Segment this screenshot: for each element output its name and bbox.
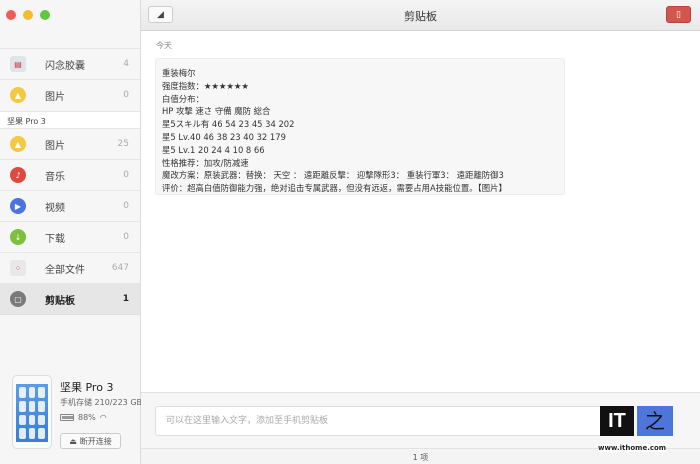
clip-line: 星5 Lv.40 46 38 23 40 32 179 xyxy=(162,131,286,142)
close-button[interactable] xyxy=(6,10,16,20)
sidebar-item-music[interactable]: ♪ 音乐 0 xyxy=(0,159,140,190)
sidebar-item-clipboard[interactable]: ▢ 剪贴板 1 xyxy=(0,283,140,315)
sidebar-item-label: 下载 xyxy=(45,233,65,245)
clip-line: 重装梅尔 xyxy=(162,68,196,78)
toolbar: ◢ 剪贴板 ▯ xyxy=(141,0,700,31)
sidebar-item-label: 音乐 xyxy=(45,171,65,183)
disconnect-label: 断开连接 xyxy=(79,436,112,446)
sidebar-item-download[interactable]: ↓ 下载 0 xyxy=(0,221,140,252)
window-controls xyxy=(6,10,50,20)
sidebar-item-count: 1 xyxy=(122,294,129,304)
clipboard-item[interactable]: 重装梅尔 强度指数：★★★★★★ 白值分布： HP 攻撃 速さ 守備 魔防 総合… xyxy=(155,58,565,195)
sidebar-item-label: 图片 xyxy=(45,140,65,152)
download-icon: ↓ xyxy=(10,229,26,245)
sidebar-item-count: 4 xyxy=(123,59,129,69)
wifi-icon: ◠ xyxy=(99,413,107,422)
clip-line: 评价：超高白值防御能力强，绝对追击专属武器，但没有远返，需要占用A技能位置。【图… xyxy=(162,183,507,194)
sidebar-item-count: 0 xyxy=(123,90,129,100)
page-title: 剪贴板 xyxy=(404,10,437,23)
clip-line: 星5スキル有 46 54 23 45 34 202 xyxy=(162,119,295,130)
clip-line: 性格推荐：加攻/防减速 xyxy=(162,157,249,168)
sidebar-item-flash-capsule[interactable]: ▤ 闪念胶囊 4 xyxy=(0,48,140,79)
all-files-icon: ⁘ xyxy=(10,260,26,276)
sidebar-item-count: 0 xyxy=(123,170,129,180)
clip-line: 白值分布： xyxy=(162,93,204,104)
device-storage: 手机存储 210/223 GB xyxy=(60,398,143,407)
watermark-url: www.ithome.com xyxy=(598,444,667,452)
battery-icon xyxy=(60,414,74,421)
image-icon: ▲ xyxy=(10,87,26,103)
clip-line: 魔改方案：原装武器：替换： 天空 ： 遠距離反撃： 迎撃隊形3： 重装行軍3： … xyxy=(162,170,504,181)
watermark-logo-mark: 之 xyxy=(637,406,673,436)
phone-image xyxy=(12,375,52,449)
sidebar-item-label: 剪贴板 xyxy=(45,295,75,307)
sidebar-item-count: 25 xyxy=(117,139,129,149)
zoom-button[interactable] xyxy=(40,10,50,20)
minimize-button[interactable] xyxy=(23,10,33,20)
sidebar-item-label: 全部文件 xyxy=(45,264,85,276)
clip-line: 强度指数：★★★★★★ xyxy=(162,80,249,91)
sidebar-item-count: 647 xyxy=(111,263,129,273)
date-section-label: 今天 xyxy=(156,41,172,50)
watermark-logo-it: IT xyxy=(600,406,634,436)
clipboard-text-input[interactable] xyxy=(155,406,605,436)
clip-line: 星5 Lv.1 20 24 4 10 8 66 xyxy=(162,144,265,155)
clip-line: HP 攻撃 速さ 守備 魔防 総合 xyxy=(162,106,271,117)
image-icon: ▲ xyxy=(10,136,26,152)
sidebar-item-label: 视频 xyxy=(45,202,65,214)
battery-status: 88% ◠ xyxy=(60,413,107,422)
delete-button[interactable]: ▯ xyxy=(666,6,691,23)
main-panel: ◢ 剪贴板 ▯ 今天 重装梅尔 强度指数：★★★★★★ 白值分布： HP 攻撃 … xyxy=(141,0,700,464)
video-icon: ▶ xyxy=(10,198,26,214)
sidebar-item-video[interactable]: ▶ 视频 0 xyxy=(0,190,140,221)
sidebar: ▤ 闪念胶囊 4 ▲ 图片 0 坚果 Pro 3 ▲ 图片 25 ♪ 音乐 0 … xyxy=(0,0,143,464)
ithome-watermark: IT 之 www.ithome.com xyxy=(598,406,688,460)
device-name: 坚果 Pro 3 xyxy=(60,381,114,394)
trash-icon: ▯ xyxy=(676,9,681,20)
capsule-icon: ▤ xyxy=(10,56,26,72)
clipboard-icon: ▢ xyxy=(10,291,26,307)
sidebar-item-label: 闪念胶囊 xyxy=(45,60,85,72)
sidebar-item-count: 0 xyxy=(123,201,129,211)
sidebar-item-label: 图片 xyxy=(45,91,65,103)
sidebar-item-images-local[interactable]: ▲ 图片 0 xyxy=(0,79,140,110)
battery-percent: 88% xyxy=(78,413,96,422)
device-section-header: 坚果 Pro 3 xyxy=(0,111,140,128)
sidebar-item-images[interactable]: ▲ 图片 25 xyxy=(0,128,140,159)
music-icon: ♪ xyxy=(10,167,26,183)
eject-icon: ⏏ xyxy=(69,436,77,446)
disconnect-button[interactable]: ⏏ 断开连接 xyxy=(60,433,121,449)
sidebar-item-count: 0 xyxy=(123,232,129,242)
sidebar-item-all-files[interactable]: ⁘ 全部文件 647 xyxy=(0,252,140,283)
